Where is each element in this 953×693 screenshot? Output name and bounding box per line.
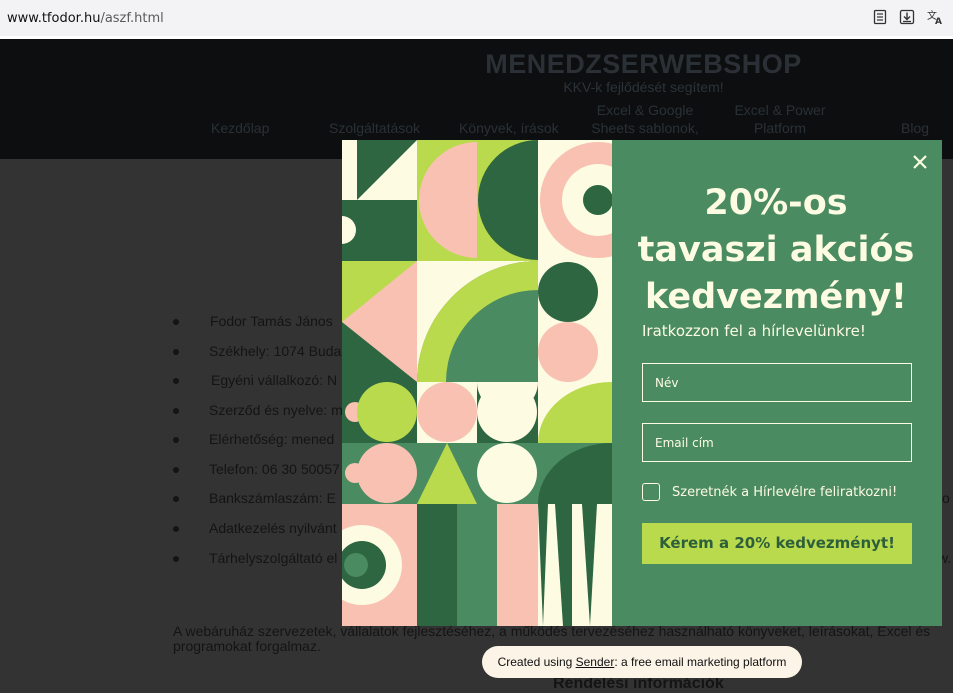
nav-item-blog[interactable]: Blog [901,119,929,137]
translate-icon[interactable]: 文 A [927,9,943,25]
list-bullet [173,556,179,562]
list-item: Egyéni vállalkozó: N [211,372,338,388]
list-bullet [173,319,179,325]
site-tagline: KKV-k fejlődését segítem! [563,79,724,95]
list-item: Telefon: 06 30 50057 [209,461,340,477]
sender-link[interactable]: Sender [576,655,615,669]
credit-prefix: Created using [497,655,576,669]
submit-discount-button[interactable]: Kérem a 20% kedvezményt! [642,523,912,564]
popup-subtitle: Iratkozzon fel a hírlevelünkre! [642,322,866,340]
popup-headline: 20%-os tavaszi akciós kedvezmény! [630,180,922,321]
svg-text:A: A [935,17,942,25]
list-item: Adatkezelés nyilvánt [209,520,337,536]
list-bullet [173,378,179,384]
email-field[interactable] [642,423,912,462]
url-text[interactable]: www.tfodor.hu/aszf.html [7,11,164,26]
name-field[interactable] [642,363,912,402]
list-bullet [173,467,179,473]
nav-item-services[interactable]: Szolgáltatások [329,119,420,137]
list-bullet [173,526,179,532]
list-item: Fodor Tamás János [210,313,333,329]
newsletter-popup: 20%-os tavaszi akciós kedvezmény! Iratko… [342,140,942,626]
list-bullet [173,437,179,443]
reader-view-icon[interactable] [872,9,888,25]
nav-item-books[interactable]: Könyvek, írások [459,119,559,137]
list-item: Székhely: 1074 Buda [209,343,342,359]
close-icon[interactable] [910,152,930,172]
list-item: Elérhetőség: mened [209,431,335,447]
list-bullet [173,349,179,355]
list-item: Bankszámlaszám: E [209,490,336,506]
list-item: Tárhelyszolgáltató el [209,550,338,566]
download-icon[interactable] [899,9,915,25]
list-bullet [173,408,179,414]
headline-line: tavaszi akciós [637,230,915,270]
geometric-pattern-illustration [342,140,612,626]
list-item: Szerződ és nyelve: m [209,402,343,418]
headline-line: kedvezmény! [645,277,907,317]
site-brand[interactable]: MENEDZSERWEBSHOP [0,49,953,80]
headline-line: 20%-os [704,183,848,223]
list-bullet [173,496,179,502]
credit-suffix: : a free email marketing platform [614,655,787,669]
nav-item-excel-power[interactable]: Excel & Power Platform [725,101,835,137]
nav-item-home[interactable]: Kezdőlap [211,119,269,137]
newsletter-checkbox-label[interactable]: Szeretnék a Hírlevélre feliratkozni! [672,485,897,500]
sender-credit-badge: Created using Sender: a free email marke… [482,646,802,678]
newsletter-checkbox[interactable] [642,483,660,501]
address-bar[interactable]: www.tfodor.hu/aszf.html 文 A [0,0,953,37]
nav-item-excel-sheets[interactable]: Excel & Google Sheets sablonok, [585,101,705,137]
